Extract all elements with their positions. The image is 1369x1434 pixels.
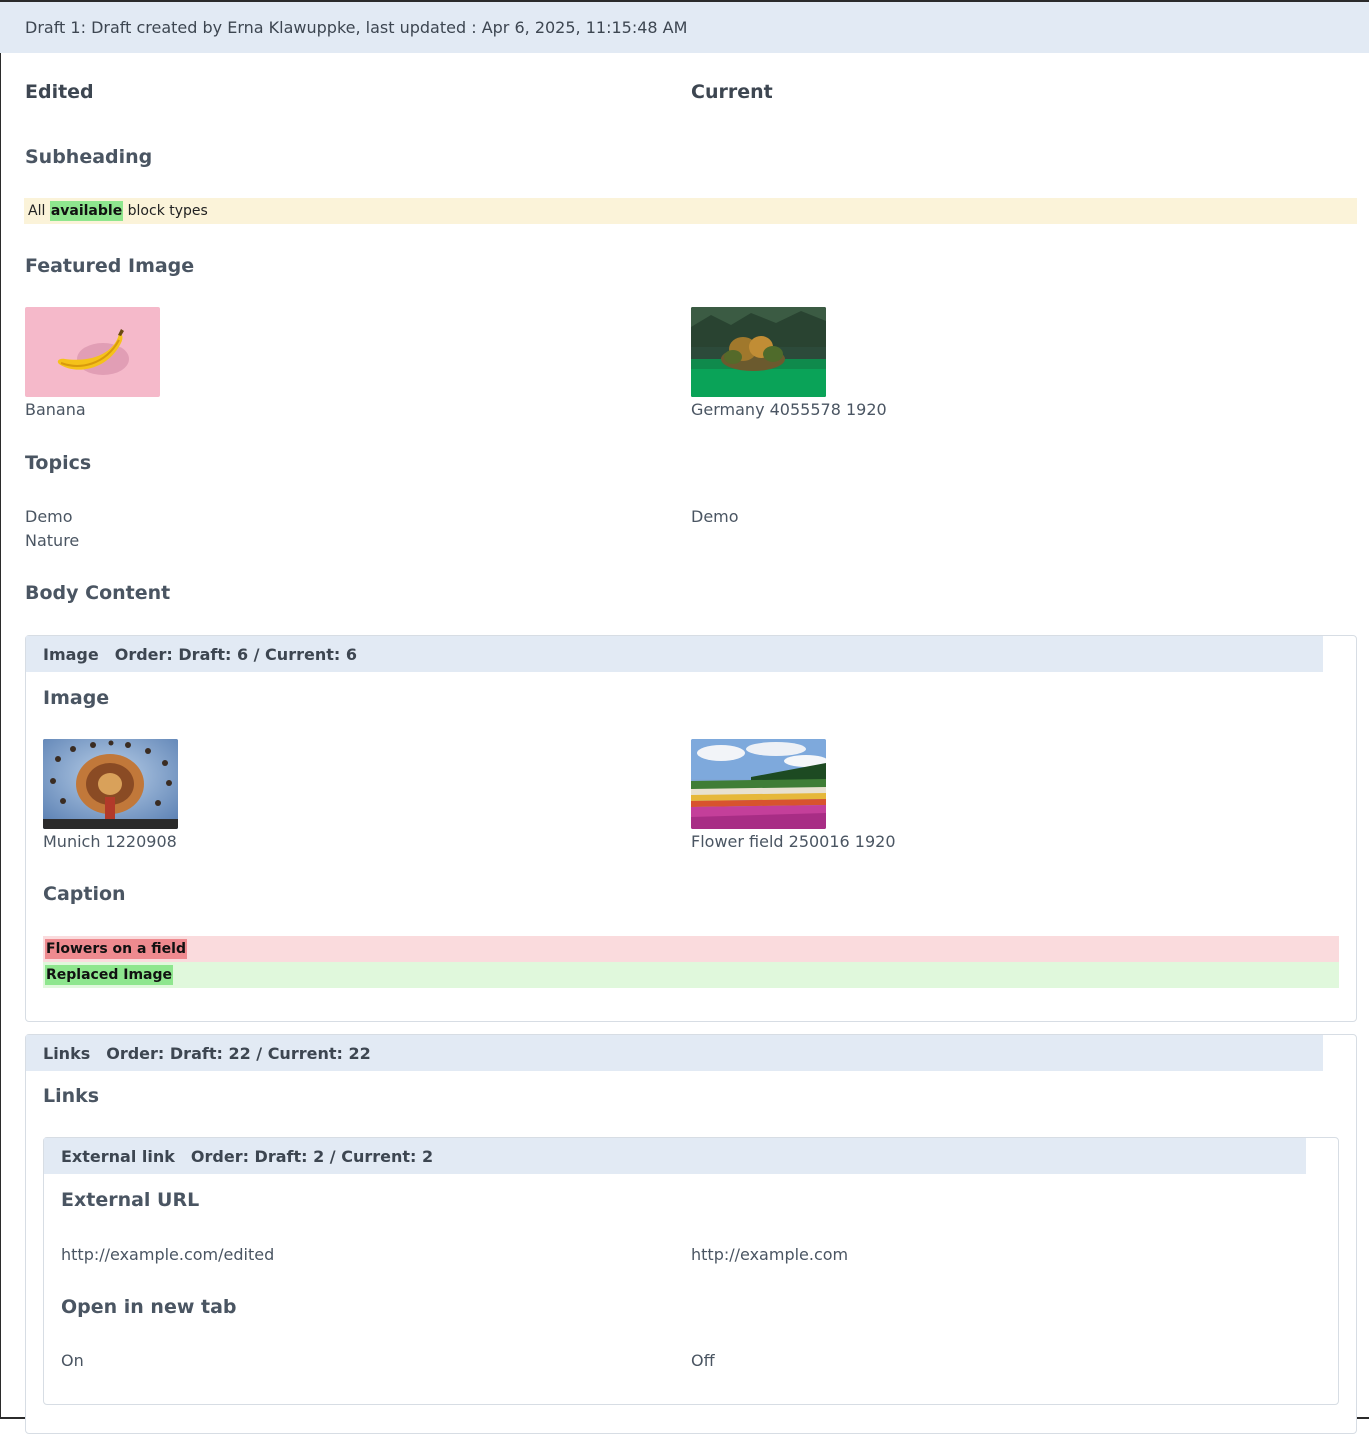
caption-added-row: Replaced Image [43,962,1339,988]
image-edited-caption: Munich 1220908 [43,832,177,851]
banana-image [25,307,160,397]
links-block-type: Links [43,1043,91,1063]
subheading-field-title: Subheading [25,146,153,168]
munich-carousel-image [43,739,178,829]
image-block-type: Image [43,644,99,664]
subheading-text-after: block types [123,203,208,219]
caption-removed-text: Flowers on a field [45,939,187,959]
flower-field-image [691,739,826,829]
draft-info-bar: Draft 1: Draft created by Erna Klawuppke… [0,2,1369,53]
external-link-block-header: External link Order: Draft: 2 / Current:… [44,1138,1306,1174]
external-url-field-title: External URL [61,1189,200,1211]
window-left-border [0,0,1,1419]
body-content-field-title: Body Content [25,582,171,604]
links-block-order: Order: Draft: 22 / Current: 22 [106,1043,371,1063]
caption-field-title: Caption [43,883,126,905]
external-url-current-value: http://example.com [691,1245,849,1264]
topic-edited-item: Demo [25,507,73,526]
caption-removed-row: Flowers on a field [43,936,1339,962]
image-field-title: Image [43,687,110,709]
external-link-order: Order: Draft: 2 / Current: 2 [190,1146,434,1166]
featured-image-field-title: Featured Image [25,255,195,277]
open-in-new-tab-current-value: Off [691,1351,715,1370]
subheading-diff-row: All available block types [24,198,1357,224]
links-block-header: Links Order: Draft: 22 / Current: 22 [26,1035,1323,1071]
external-url-edited-value: http://example.com/edited [61,1245,275,1264]
image-current-caption: Flower field 250016 1920 [691,832,896,851]
topic-edited-item: Nature [25,531,80,550]
featured-image-current-caption: Germany 4055578 1920 [691,400,887,419]
edited-column-title: Edited [25,81,94,103]
image-block-order: Order: Draft: 6 / Current: 6 [114,644,357,664]
featured-image-edited-caption: Banana [25,400,86,419]
subheading-text-before: All [28,203,50,219]
external-link-type: External link [61,1146,175,1166]
lake-island-image [691,307,826,397]
open-in-new-tab-edited-value: On [61,1351,84,1370]
current-column-title: Current [691,81,773,103]
open-in-new-tab-field-title: Open in new tab [61,1296,237,1318]
image-block-header: Image Order: Draft: 6 / Current: 6 [26,636,1323,672]
draft-info-text: Draft 1: Draft created by Erna Klawuppke… [25,18,688,37]
subheading-added-text: available [49,201,124,221]
links-field-title: Links [43,1085,100,1107]
caption-added-text: Replaced Image [45,965,173,985]
topic-current-item: Demo [691,507,739,526]
topics-field-title: Topics [25,452,92,474]
